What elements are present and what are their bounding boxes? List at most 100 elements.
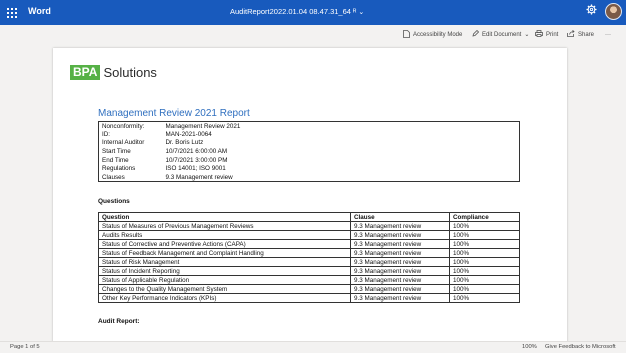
- edit-document-label: Edit Document: [482, 31, 522, 38]
- cell-clause: 9.3 Management review: [350, 221, 450, 231]
- cell-clause: 9.3 Management review: [350, 248, 450, 258]
- document-icon: [403, 29, 410, 40]
- cell-question: Other Key Performance Indicators (KPIs): [98, 293, 351, 303]
- cell-compliance: 100%: [449, 239, 520, 249]
- info-key: Regulations: [102, 165, 136, 173]
- pencil-icon: [472, 29, 480, 39]
- questions-table: Question Clause Compliance Status of Mea…: [98, 212, 520, 303]
- column-header-clause: Clause: [350, 212, 450, 222]
- table-row: Status of Incident Reporting 9.3 Manageme…: [98, 266, 520, 276]
- column-header-compliance: Compliance: [449, 212, 520, 222]
- cell-compliance: 100%: [449, 230, 520, 240]
- share-button[interactable]: Share: [567, 28, 594, 41]
- info-row: Regulations ISO 14001; ISO 9001: [99, 164, 520, 173]
- table-row: Other Key Performance Indicators (KPIs) 9…: [98, 293, 520, 303]
- info-key: Nonconformity:: [102, 123, 145, 131]
- print-label: Print: [546, 31, 559, 38]
- cell-clause: 9.3 Management review: [350, 266, 450, 276]
- cell-clause: 9.3 Management review: [350, 230, 450, 240]
- cell-clause: 9.3 Management review: [350, 275, 450, 285]
- logo-solutions: Solutions: [103, 65, 157, 80]
- audit-report-heading: Audit Report:: [98, 318, 140, 325]
- status-bar: Page 1 of 5 100% Give Feedback to Micros…: [0, 341, 626, 353]
- print-button[interactable]: Print: [535, 28, 558, 41]
- chevron-down-icon: ⌄: [358, 8, 365, 16]
- document-canvas[interactable]: BPA Solutions Management Review 2021 Rep…: [0, 44, 626, 341]
- cell-clause: 9.3 Management review: [350, 239, 450, 249]
- cell-compliance: 100%: [449, 257, 520, 267]
- info-value: 10/7/2021 3:00:00 PM: [165, 156, 228, 164]
- feedback-link[interactable]: Give Feedback to Microsoft: [545, 344, 616, 350]
- document-title[interactable]: AuditReport2022.01.04 08.47.31_64 ᴿ ⌄: [230, 7, 364, 16]
- cell-clause: 9.3 Management review: [350, 293, 450, 303]
- questions-heading: Questions: [98, 198, 130, 205]
- info-value: MAN-2021-0064: [165, 130, 212, 138]
- toolbar: Accessibility Mode Edit Document ⌄ Print…: [0, 25, 626, 44]
- info-value: ISO 14001; ISO 9001: [165, 165, 226, 173]
- info-row: Nonconformity: Management Review 2021: [99, 122, 520, 131]
- app-launcher-icon[interactable]: [7, 8, 17, 18]
- cell-compliance: 100%: [449, 248, 520, 258]
- cell-compliance: 100%: [449, 275, 520, 285]
- more-options-button[interactable]: ···: [605, 28, 611, 41]
- table-row: Status of Feedback Management and Compla…: [98, 248, 520, 258]
- cell-question: Status of Incident Reporting: [98, 266, 351, 276]
- table-row: Status of Risk Management 9.3 Management …: [98, 257, 520, 267]
- info-value: Dr. Boris Lutz: [165, 139, 204, 147]
- gear-icon[interactable]: [583, 4, 599, 20]
- info-row: Internal Auditor Dr. Boris Lutz: [99, 139, 520, 148]
- info-key: Internal Auditor: [102, 139, 145, 147]
- cell-compliance: 100%: [449, 266, 520, 276]
- document-page: BPA Solutions Management Review 2021 Rep…: [53, 48, 567, 341]
- cell-question: Status of Applicable Regulation: [98, 275, 351, 285]
- cell-compliance: 100%: [449, 221, 520, 231]
- share-icon: [567, 29, 575, 39]
- info-row: Start Time 10/7/2021 6:00:00 AM: [99, 147, 520, 156]
- info-key: Clauses: [102, 173, 125, 181]
- cell-question: Audits Results: [98, 230, 351, 240]
- cell-question: Changes to the Quality Management System: [98, 284, 351, 294]
- table-row: Status of Applicable Regulation 9.3 Manag…: [98, 275, 520, 285]
- chevron-down-icon: ⌄: [524, 32, 530, 38]
- info-row: End Time 10/7/2021 3:00:00 PM: [99, 156, 520, 165]
- table-row: Changes to the Quality Management System…: [98, 284, 520, 294]
- avatar[interactable]: [605, 3, 622, 20]
- cell-question: Status of Feedback Management and Compla…: [98, 248, 351, 258]
- logo-bpa: BPA: [70, 65, 101, 80]
- info-key: ID:: [102, 130, 111, 138]
- column-header-question: Question: [98, 212, 351, 222]
- cell-compliance: 100%: [449, 293, 520, 303]
- zoom-level[interactable]: 100%: [522, 344, 537, 350]
- title-bar: Word AuditReport2022.01.04 08.47.31_64 ᴿ…: [0, 0, 626, 25]
- printer-icon: [535, 30, 543, 39]
- table-row: Status of Corrective and Preventive Acti…: [98, 239, 520, 249]
- page-indicator: Page 1 of 5: [10, 344, 40, 350]
- table-row: Audits Results 9.3 Management review 100%: [98, 230, 520, 240]
- info-key: End Time: [102, 156, 129, 164]
- edit-document-button[interactable]: Edit Document ⌄: [472, 28, 529, 41]
- info-table: Nonconformity: Management Review 2021 ID: M…: [98, 121, 520, 183]
- more-icon: ···: [605, 31, 611, 38]
- cell-clause: 9.3 Management review: [350, 284, 450, 294]
- table-row: Status of Measures of Previous Managemen…: [98, 221, 520, 231]
- accessibility-mode-button[interactable]: Accessibility Mode: [403, 28, 462, 41]
- table-header-row: Question Clause Compliance: [98, 212, 520, 222]
- info-key: Start Time: [102, 148, 131, 156]
- report-title: Management Review 2021 Report: [98, 108, 250, 119]
- share-label: Share: [578, 31, 595, 38]
- accessibility-mode-label: Accessibility Mode: [413, 31, 463, 38]
- info-row: ID: MAN-2021-0064: [99, 130, 520, 139]
- cell-question: Status of Corrective and Preventive Acti…: [98, 239, 351, 249]
- cell-question: Status of Measures of Previous Managemen…: [98, 221, 351, 231]
- cell-question: Status of Risk Management: [98, 257, 351, 267]
- info-row: Clauses 9.3 Management review: [99, 173, 520, 182]
- cell-compliance: 100%: [449, 284, 520, 294]
- company-logo: BPA Solutions: [70, 65, 157, 80]
- cell-clause: 9.3 Management review: [350, 257, 450, 267]
- info-value: 10/7/2021 6:00:00 AM: [165, 148, 228, 156]
- info-value: 9.3 Management review: [165, 173, 233, 181]
- sync-icon: ᴿ: [352, 7, 357, 16]
- info-value: Management Review 2021: [165, 123, 241, 131]
- document-title-text: AuditReport2022.01.04 08.47.31_64: [230, 7, 351, 16]
- app-name[interactable]: Word: [28, 6, 51, 16]
